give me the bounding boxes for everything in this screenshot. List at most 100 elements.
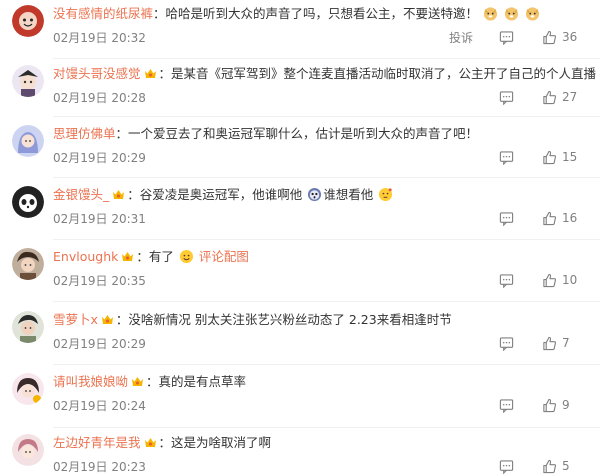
username[interactable]: 没有感情的纸尿裤 (53, 6, 153, 21)
comment-line: 雪萝卜x ：没啥新情况 别太关注张艺兴粉丝动态了 2.23来看相逢时节 (53, 312, 452, 327)
comment-image-link[interactable]: 评论配图 (199, 249, 249, 264)
timestamp: 02月19日 20:31 (53, 212, 146, 226)
vip-badge-icon (101, 315, 113, 324)
avatar[interactable] (12, 311, 44, 343)
comment-actions: 7 (499, 334, 582, 352)
avatar[interactable] (12, 125, 44, 157)
comment-icon (499, 30, 514, 45)
reply-button[interactable] (499, 336, 514, 351)
like-count: 27 (562, 90, 578, 104)
comment-actions: 15 (499, 148, 582, 166)
avatar[interactable] (12, 248, 44, 280)
thumbs-up-icon (543, 150, 557, 164)
reply-button[interactable] (499, 150, 514, 165)
report-button[interactable]: 投诉 (449, 29, 473, 46)
reply-button[interactable] (499, 211, 514, 226)
timestamp: 02月19日 20:28 (53, 91, 146, 105)
reply-button[interactable] (499, 398, 514, 413)
like-button[interactable]: 27 (542, 90, 582, 105)
avatar[interactable] (12, 373, 44, 405)
reply-button[interactable] (499, 459, 514, 474)
doge-emoji-icon (503, 6, 520, 21)
vip-badge-icon (122, 252, 134, 261)
like-count: 9 (562, 398, 570, 412)
comment-actions: 9 (499, 396, 582, 414)
comment-line: 思理仿佛单：一个爱豆去了和奥运冠军聊什么，估计是听到大众的声音了吧！ (53, 126, 479, 141)
like-count: 36 (562, 30, 578, 44)
like-count: 7 (562, 336, 570, 350)
thumbs-up-icon (543, 30, 557, 44)
comment-actions: 5 (499, 457, 582, 475)
comment-icon (499, 211, 514, 226)
avatar[interactable] (12, 5, 44, 37)
thumbs-up-icon (543, 459, 557, 473)
username[interactable]: 思理仿佛单 (53, 126, 116, 141)
like-button[interactable]: 5 (542, 459, 582, 474)
thumbs-up-icon (543, 90, 557, 104)
comment-line: 没有感情的纸尿裤：哈哈是听到大众的声音了吗，只想看公主，不要送特邀！ (53, 5, 590, 23)
username[interactable]: 金银馒头_ (53, 187, 109, 202)
like-button[interactable]: 9 (542, 398, 582, 413)
like-button[interactable]: 36 (542, 30, 582, 45)
comment-actions: 投诉 36 (449, 28, 582, 46)
like-button[interactable]: 15 (542, 150, 582, 165)
comment-icon (499, 273, 514, 288)
comment-line: Envloughk ：有了 评论配图 (53, 249, 249, 264)
comment-text: 真的是有点草率 (158, 374, 247, 389)
doge-emoji-icon (482, 6, 499, 21)
timestamp: 02月19日 20:23 (53, 460, 146, 474)
avatar[interactable] (12, 186, 44, 218)
reply-button[interactable] (499, 30, 514, 45)
avatar[interactable] (12, 434, 44, 466)
username[interactable]: 请叫我娘娘呦 (53, 374, 128, 389)
shocked-emoji-icon (306, 187, 323, 202)
timestamp: 02月19日 20:29 (53, 151, 146, 165)
reply-button[interactable] (499, 90, 514, 105)
thumbs-up-icon (543, 336, 557, 350)
thumbs-up-icon (543, 398, 557, 412)
username[interactable]: 左边好青年是我 (53, 435, 141, 450)
comment-text: 没啥新情况 别太关注张艺兴粉丝动态了 2.23来看相逢时节 (128, 312, 452, 327)
divider (53, 301, 600, 302)
comment-icon (499, 459, 514, 474)
comment-text: 哈哈是听到大众的声音了吗，只想看公主，不要送特邀！ (165, 6, 479, 21)
timestamp: 02月19日 20:35 (53, 274, 146, 288)
timestamp: 02月19日 20:29 (53, 337, 146, 351)
vip-badge-icon (144, 438, 156, 447)
username[interactable]: 对馒头哥没感觉 (53, 66, 141, 81)
comment-line: 左边好青年是我 ：这是为啥取消了啊 (53, 435, 272, 450)
comment-text: 有了 (148, 249, 174, 264)
comment-icon (499, 398, 514, 413)
like-count: 10 (562, 273, 578, 287)
vip-badge-icon (132, 377, 144, 386)
comment-icon (499, 150, 514, 165)
username[interactable]: Envloughk (53, 249, 118, 264)
like-count: 16 (562, 211, 578, 225)
divider (53, 116, 600, 117)
like-count: 15 (562, 150, 578, 164)
avatar[interactable] (12, 65, 44, 97)
comment-line: 金银馒头_ ：谷爱凌是奥运冠军，他谁啊他 谁想看他 (53, 186, 590, 204)
reply-button[interactable] (499, 273, 514, 288)
username[interactable]: 雪萝卜x (53, 312, 98, 327)
like-button[interactable]: 16 (542, 211, 582, 226)
timestamp: 02月19日 20:32 (53, 31, 146, 45)
divider (53, 427, 600, 428)
like-button[interactable]: 7 (542, 336, 582, 351)
comment-text: 一个爱豆去了和奥运冠军聊什么，估计是听到大众的声音了吧！ (128, 126, 479, 141)
thumbs-up-icon (543, 273, 557, 287)
comment-text: 谁想看他 (323, 187, 374, 202)
like-button[interactable]: 10 (542, 273, 582, 288)
thumbs-up-icon (543, 211, 557, 225)
thinking-emoji-icon (377, 187, 394, 202)
like-count: 5 (562, 459, 570, 473)
smile-emoji-icon (178, 249, 195, 264)
comment-line: 对馒头哥没感觉 ：是某音《冠军驾到》整个连麦直播活动临时取消了，公主开了自己的个人… (53, 66, 597, 81)
comment-text: 这是为啥取消了啊 (171, 435, 272, 450)
comment-actions: 10 (499, 271, 582, 289)
comment-line: 请叫我娘娘呦 ：真的是有点草率 (53, 374, 247, 389)
comment-icon (499, 90, 514, 105)
divider (53, 58, 600, 59)
divider (53, 177, 600, 178)
comment-actions: 16 (499, 209, 582, 227)
